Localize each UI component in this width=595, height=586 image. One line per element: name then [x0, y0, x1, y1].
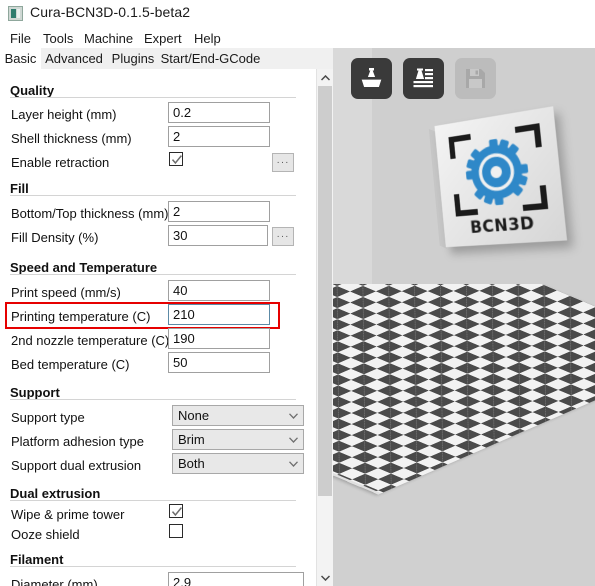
input-shell-thickness[interactable]: [168, 126, 270, 147]
checkmark-icon: [171, 507, 182, 517]
menu-expert[interactable]: Expert: [140, 30, 186, 47]
group-rule-fill: [10, 195, 296, 196]
scroll-up-button[interactable]: [317, 69, 333, 86]
input-second-nozzle-temperature[interactable]: [168, 328, 270, 349]
group-rule-support: [10, 399, 296, 400]
build-platform-edge: [333, 284, 595, 495]
input-layer-height[interactable]: [168, 102, 270, 123]
scrollbar-thumb[interactable]: [318, 86, 332, 496]
group-title-quality: Quality: [10, 83, 55, 98]
group-rule-speed-temperature: [10, 274, 296, 275]
input-print-speed[interactable]: [168, 280, 270, 301]
combo-support-type[interactable]: None: [172, 405, 304, 426]
tab-plugins[interactable]: Plugins: [107, 48, 159, 69]
label-layer-height: Layer height (mm): [11, 107, 117, 122]
label-diameter: Diameter (mm): [11, 577, 98, 586]
application-icon: [8, 6, 23, 21]
chevron-up-icon: [320, 74, 330, 81]
combo-support-dual-extrusion[interactable]: Both: [172, 453, 304, 474]
tab-advanced[interactable]: Advanced: [41, 48, 107, 69]
label-support-type: Support type: [11, 410, 85, 425]
loaded-model[interactable]: BCN3D: [428, 106, 568, 250]
model-front-face: BCN3D: [434, 106, 568, 248]
menu-help[interactable]: Help: [190, 30, 225, 47]
chevron-down-icon: [289, 413, 298, 419]
label-second-nozzle-temperature: 2nd nozzle temperature (C): [11, 333, 170, 348]
group-title-dual-extrusion: Dual extrusion: [10, 486, 101, 501]
label-bottom-top-thickness: Bottom/Top thickness (mm): [11, 206, 169, 221]
viewport-toolbar: [351, 58, 496, 99]
load-model-button[interactable]: [351, 58, 392, 99]
input-diameter[interactable]: [168, 572, 304, 586]
label-fill-density: Fill Density (%): [11, 230, 99, 245]
input-fill-density[interactable]: [168, 225, 268, 246]
checkmark-icon: [171, 155, 182, 165]
fill-density-options-button[interactable]: ···: [272, 227, 294, 246]
chevron-down-icon: [289, 437, 298, 443]
label-bed-temperature: Bed temperature (C): [11, 357, 130, 372]
3d-viewport[interactable]: BCN3D: [333, 48, 595, 586]
combo-support-type-value: None: [178, 408, 210, 423]
menu-tools[interactable]: Tools: [39, 30, 77, 47]
input-bottom-top-thickness[interactable]: [168, 201, 270, 222]
checkbox-wipe-prime-tower[interactable]: [169, 504, 183, 518]
scroll-down-button[interactable]: [317, 569, 333, 586]
group-title-fill: Fill: [10, 181, 29, 196]
combo-support-dual-extrusion-value: Both: [178, 456, 205, 471]
group-rule-quality: [10, 97, 296, 98]
basic-settings-panel: Quality Layer height (mm) Shell thicknes…: [0, 69, 316, 586]
gear-icon: [465, 138, 529, 206]
settings-scrollbar[interactable]: [316, 69, 333, 586]
chevron-down-icon: [289, 461, 298, 467]
gear-logo-icon: [447, 121, 551, 220]
label-platform-adhesion-type: Platform adhesion type: [11, 434, 144, 449]
label-wipe-prime-tower: Wipe & prime tower: [11, 507, 125, 522]
group-rule-filament: [10, 566, 296, 567]
layer-view-icon: [413, 68, 433, 88]
checkbox-enable-retraction[interactable]: [169, 152, 183, 166]
floppy-save-icon: [466, 69, 485, 88]
menu-file[interactable]: File: [6, 30, 35, 47]
printing-temperature-highlight: [5, 302, 280, 329]
save-gcode-button: [455, 58, 496, 99]
corner-brackets-icon: [451, 127, 545, 214]
group-title-speed-temperature: Speed and Temperature: [10, 260, 158, 275]
chevron-down-icon: [320, 574, 330, 581]
menu-bar: File Tools Machine Expert Help: [0, 28, 595, 48]
build-platform: [333, 284, 595, 586]
combo-platform-adhesion-type-value: Brim: [178, 432, 205, 447]
group-title-filament: Filament: [10, 552, 64, 567]
group-rule-dual-extrusion: [10, 500, 296, 501]
toolpath-view-button[interactable]: [403, 58, 444, 99]
window-title: Cura-BCN3D-0.1.5-beta2: [30, 4, 191, 20]
label-ooze-shield: Ooze shield: [11, 527, 80, 542]
menu-machine[interactable]: Machine: [80, 30, 137, 47]
group-title-support: Support: [10, 385, 60, 400]
label-support-dual-extrusion: Support dual extrusion: [11, 458, 142, 473]
combo-platform-adhesion-type[interactable]: Brim: [172, 429, 304, 450]
title-bar: Cura-BCN3D-0.1.5-beta2: [0, 0, 595, 28]
label-shell-thickness: Shell thickness (mm): [11, 131, 132, 146]
retraction-options-button[interactable]: ···: [272, 153, 294, 172]
tab-basic[interactable]: Basic: [0, 48, 41, 69]
settings-tab-strip: Basic Advanced Plugins Start/End-GCode: [0, 48, 335, 70]
label-enable-retraction: Enable retraction: [11, 155, 110, 170]
input-bed-temperature[interactable]: [168, 352, 270, 373]
tab-start-end-gcode[interactable]: Start/End-GCode: [159, 48, 262, 69]
label-print-speed: Print speed (mm/s): [11, 285, 121, 300]
load-model-icon: [361, 68, 382, 87]
checkbox-ooze-shield[interactable]: [169, 524, 183, 538]
cura-application-window: Cura-BCN3D-0.1.5-beta2 File Tools Machin…: [0, 0, 595, 586]
